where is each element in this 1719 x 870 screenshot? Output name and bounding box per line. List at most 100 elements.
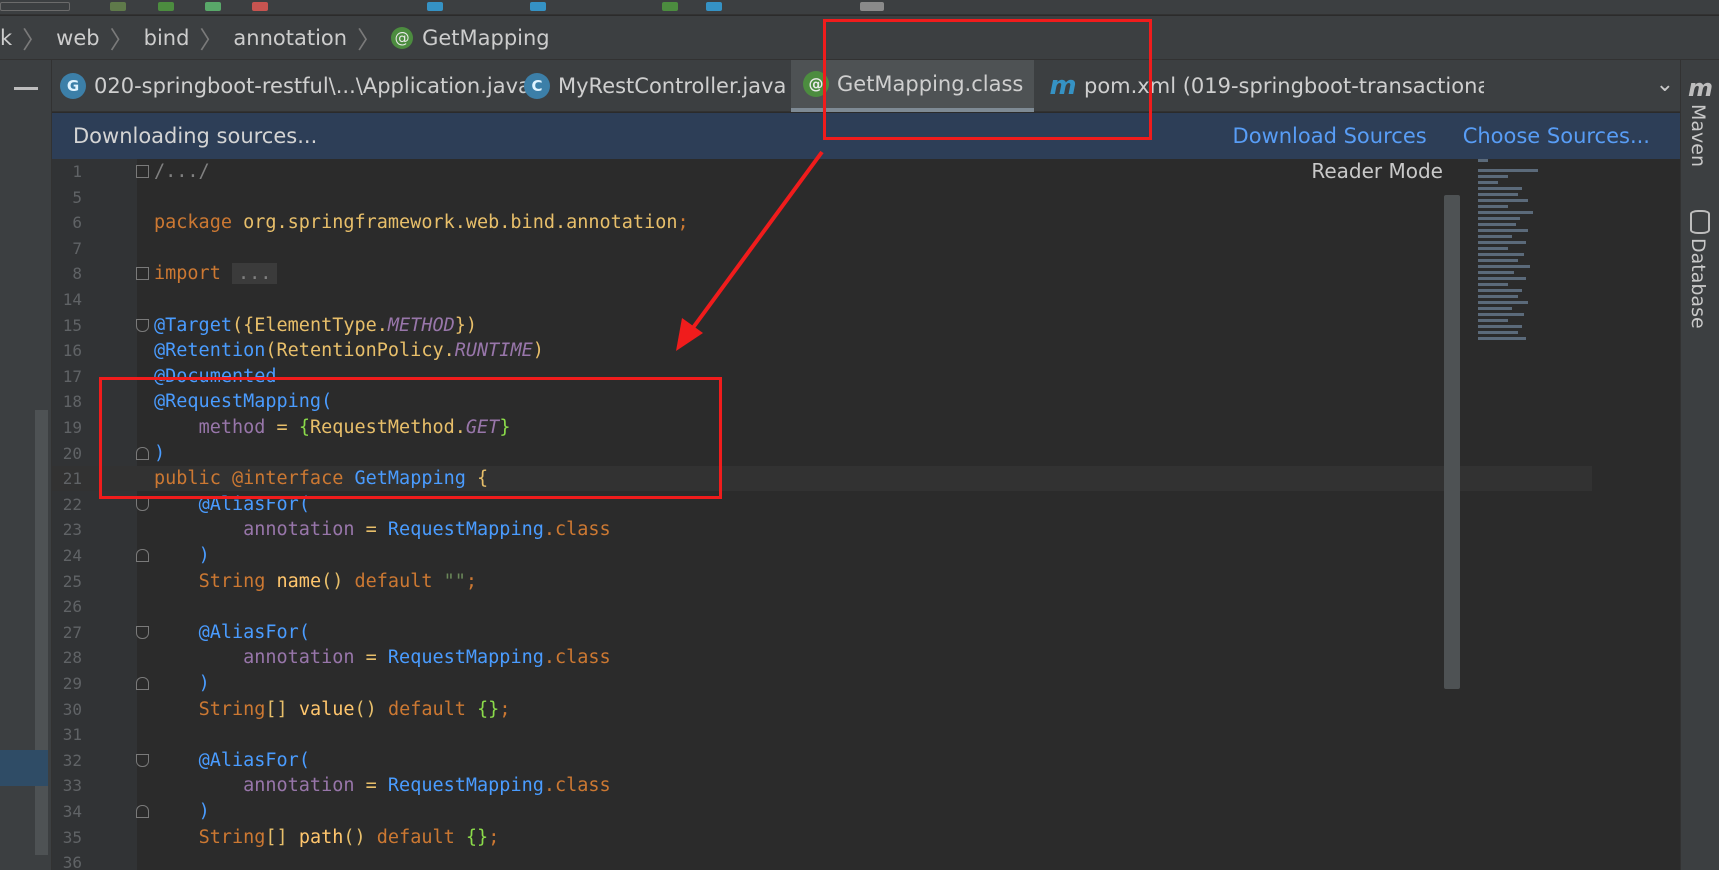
code-line[interactable]: 26 [52,594,1592,619]
line-number: 8 [72,264,82,284]
breadcrumb-item-bind[interactable]: bind [144,16,190,59]
tab-myrestcontroller-java[interactable]: C MyRestController.java × [524,60,799,112]
line-number: 31 [62,725,82,745]
code-line[interactable]: 25 String name() default ""; [52,569,1592,594]
code-token: ; [677,212,689,234]
database-icon[interactable] [1690,210,1710,234]
code-editor[interactable]: 1 /.../ 5 6 package org.springframework.web.… [52,159,1680,870]
code-line[interactable]: 24 ) [52,543,1592,568]
tab-application-java[interactable]: G 020-springboot-restful\...\Application… [60,60,530,112]
code-token: () [321,570,355,592]
code-token: annotation [243,775,355,797]
chevron-down-icon[interactable]: ⌄ [1656,72,1674,97]
code-token: default [387,698,478,720]
fold-toggle-icon[interactable] [136,549,149,562]
line-number: 23 [62,520,82,540]
download-sources-link[interactable]: Download Sources [1233,124,1427,148]
code-line[interactable]: 7 [52,236,1592,261]
minimap-line [1478,319,1508,322]
toolbar-structure-icon[interactable] [530,2,546,11]
fold-toggle-icon[interactable] [136,753,149,767]
code-token: ; [499,698,511,720]
maven-icon[interactable]: m [1688,74,1713,102]
code-line[interactable]: 28 annotation = RequestMapping.class [52,645,1592,670]
project-scrollbar[interactable] [35,410,48,855]
toolbar-settings-icon[interactable] [860,2,884,11]
code-line[interactable]: 32 @AliasFor( [52,748,1592,773]
code-token: import [154,263,232,285]
toolbar-build-icon[interactable] [110,2,126,11]
toolbar-run-config[interactable] [0,2,70,11]
code-token: ; [465,570,478,592]
line-number: 24 [62,546,82,565]
editor-scrollbar[interactable] [1444,195,1460,689]
code-line[interactable]: 30 String[] value() default {}; [52,697,1592,722]
code-token: () [354,698,388,720]
minimap-line [1478,159,1488,162]
code-text: annotation = RequestMapping.class [154,517,611,542]
project-selected-row[interactable] [0,750,48,786]
toolbar-debug-icon[interactable] [205,2,221,11]
line-number: 6 [72,213,82,233]
database-panel-button[interactable]: Database [1687,238,1709,329]
fold-toggle-icon[interactable] [136,165,149,178]
code-token: ( [265,340,277,362]
toolbar-vcs-icon[interactable] [662,2,678,11]
code-line[interactable]: 33 annotation = RequestMapping.class [52,773,1592,798]
annotation-icon: @ [391,26,414,49]
breadcrumb-item-web[interactable]: web [56,16,99,59]
toolbar-git-icon[interactable] [427,2,443,11]
code-text: import ... [154,261,278,286]
code-line[interactable]: 29 ) [52,671,1592,696]
toolbar-stop-icon[interactable] [252,2,268,11]
maven-panel-button[interactable]: Maven [1687,104,1709,167]
code-line[interactable]: 6 package org.springframework.web.bind.an… [52,210,1592,235]
toolbar-sync-icon[interactable] [706,2,722,11]
breadcrumb-item-getmapping[interactable]: @ GetMapping [391,16,550,59]
reader-mode-button[interactable]: Reader Mode [1311,159,1443,183]
code-text: /.../ [154,159,210,184]
code-token: default [376,826,466,848]
breadcrumb-item-k[interactable]: k [0,16,12,59]
code-line[interactable]: 8 import ... [52,261,1592,286]
minimap-line [1478,265,1530,268]
code-token: .class [543,775,611,797]
line-number: 19 [62,418,82,437]
choose-sources-link[interactable]: Choose Sources... [1463,124,1650,148]
fold-toggle-icon[interactable] [136,625,149,639]
code-line[interactable]: 14 [52,287,1592,312]
project-panel-strip [0,60,52,870]
code-token: }) [454,314,478,336]
fold-toggle-icon[interactable] [136,497,149,511]
breadcrumb-item-annotation[interactable]: annotation [233,16,347,59]
code-line[interactable]: 36 [52,850,1592,870]
code-token: RUNTIME [454,340,533,362]
line-number: 28 [62,648,82,668]
collapse-panel-icon[interactable] [14,87,38,90]
code-line[interactable]: 35 String[] path() default {}; [52,825,1592,850]
breadcrumb-separator-icon: 〉 [22,26,47,54]
highlight-box-code [99,377,722,499]
toolbar-run-icon[interactable] [158,2,174,11]
minimap-line [1478,313,1524,316]
code-line[interactable]: 15 @Target({ElementType.METHOD}) [52,313,1592,338]
code-line[interactable]: 23 annotation = RequestMapping.class [52,517,1592,542]
code-token: [] [265,826,299,848]
code-line[interactable]: 34 ) [52,799,1592,824]
code-token: RetentionPolicy. [276,340,455,362]
fold-toggle-icon[interactable] [136,267,149,281]
code-minimap[interactable] [1472,159,1552,359]
code-line[interactable]: 5 [52,185,1592,210]
code-line[interactable]: 27 @AliasFor( [52,620,1592,645]
line-number: 29 [62,674,82,693]
line-number: 27 [62,622,82,642]
fold-toggle-icon[interactable] [136,318,149,332]
fold-toggle-icon[interactable] [136,805,149,818]
code-line[interactable]: 31 [52,722,1592,747]
code-token: ) [532,340,544,362]
code-line[interactable]: 16 @Retention(RetentionPolicy.RUNTIME) [52,338,1592,363]
fold-toggle-icon[interactable] [136,677,149,690]
code-token: ElementType. [254,314,388,336]
